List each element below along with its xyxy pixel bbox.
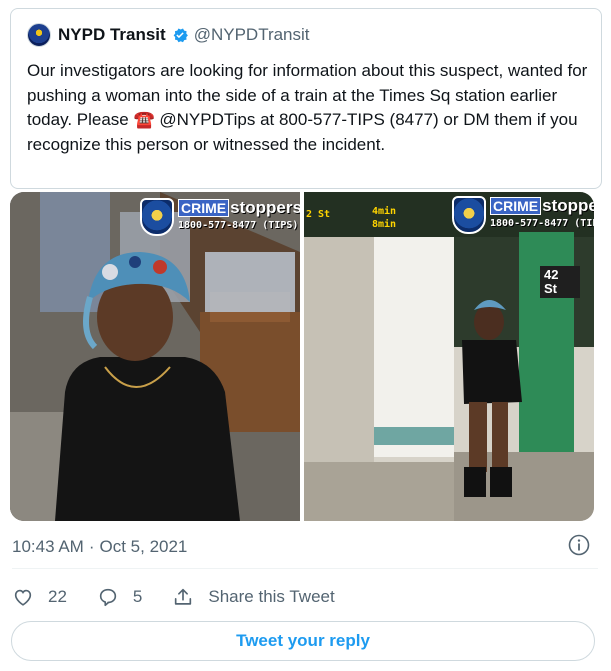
telephone-emoji: ☎️ [133,110,155,129]
info-icon[interactable] [567,533,591,557]
heart-icon [14,589,32,606]
tweet-media: CRIME stoppers 1800-577-8477 (TIPS) 2 St… [10,192,594,521]
logo-crime-text: CRIME [490,197,542,215]
share-button[interactable]: Share this Tweet [172,586,335,608]
tweet-timestamp[interactable]: 10:43 AM · Oct 5, 2021 [12,537,187,557]
avatar[interactable] [27,23,51,47]
divider [12,568,598,569]
reply-icon [99,588,117,607]
nypd-seal-icon [140,198,174,236]
tweet-date[interactable]: Oct 5, 2021 [100,537,188,557]
timestamp-separator: · [88,537,95,556]
logo-phone-text: 1800-577-8477 (TIPS) [490,218,594,229]
quoted-tweet-header: NYPD Transit @NYPDTransit [27,23,310,47]
logo-stoppers-text: stoppers [230,198,300,217]
logo-stoppers-text: stoppers [542,196,594,215]
tweet-time[interactable]: 10:43 AM [12,537,84,557]
like-count: 22 [48,587,67,606]
like-button[interactable]: 22 [12,586,67,608]
train-countdown-line1: 4min [372,206,397,217]
verified-badge-icon [173,28,188,43]
tweet-your-reply-button[interactable]: Tweet your reply [11,621,595,661]
station-sign: 42 St [540,266,580,298]
quoted-tweet-card[interactable]: NYPD Transit @NYPDTransit Our investigat… [10,8,602,189]
crimestoppers-logo: CRIME stoppers 1800-577-8477 (TIPS) [140,198,300,236]
train-countdown-line2: 8min [372,219,397,230]
nypd-seal-icon [452,196,486,234]
logo-phone-text: 1800-577-8477 (TIPS) [178,220,299,231]
station-sign-line2: St [544,281,557,296]
share-icon [175,588,192,605]
logo-crime-text: CRIME [178,199,230,217]
train-countdown-route: 2 St [306,209,331,220]
handle: @NYPDTransit [193,25,310,44]
tweet-actions: 22 5 Share this Tweet [12,583,598,611]
reply-action-button[interactable]: 5 [97,586,142,608]
suspect-photo-left-illustration [10,192,300,521]
suspect-photo-right-illustration [304,192,594,521]
reply-count: 5 [132,587,143,606]
station-sign-line1: 42 [544,267,559,282]
suspect-photo-left[interactable]: CRIME stoppers 1800-577-8477 (TIPS) [10,192,300,521]
display-name[interactable]: NYPD Transit [58,25,166,45]
crimestoppers-logo: CRIME stoppers 1800-577-8477 (TIPS) [452,196,594,234]
suspect-photo-right[interactable]: 2 St 4min 8min CRIME stoppers 1800-577-8… [304,192,594,521]
quoted-tweet-text: Our investigators are looking for inform… [27,59,592,157]
share-label: Share this Tweet [208,587,335,606]
